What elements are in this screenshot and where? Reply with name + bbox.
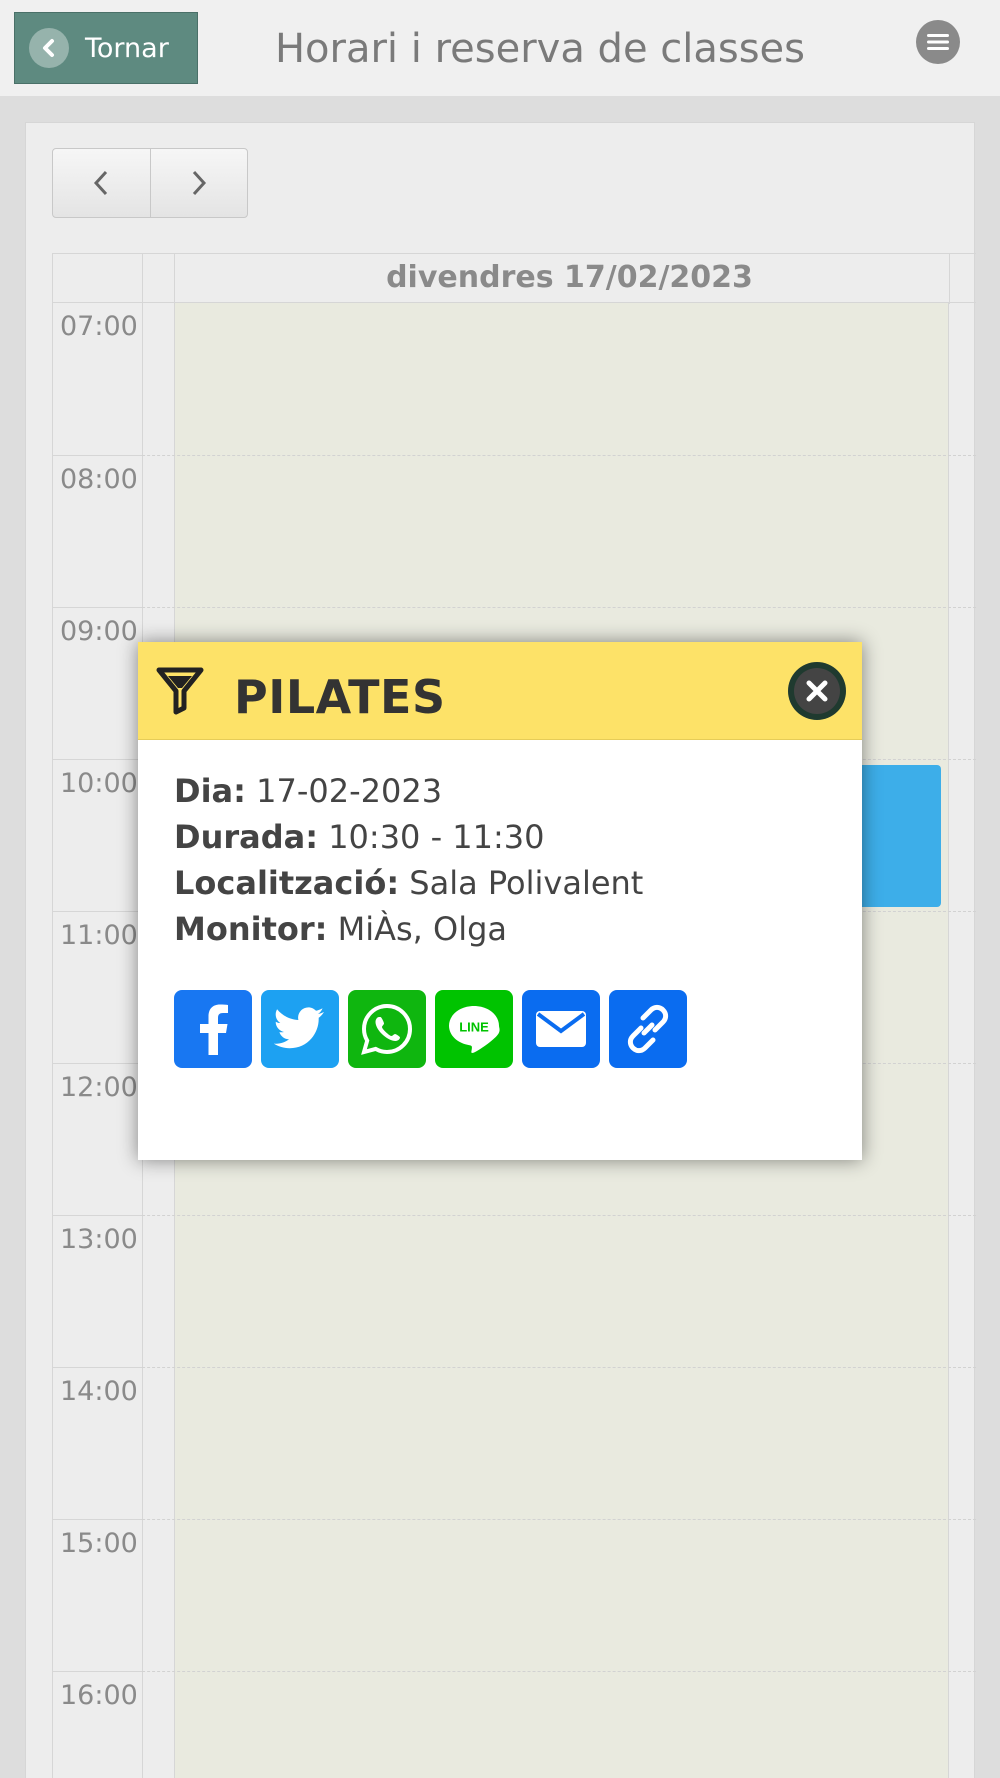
hour-label: 13:00 <box>60 1224 138 1255</box>
facebook-icon <box>200 1004 228 1055</box>
hour-label: 10:00 <box>60 768 138 799</box>
back-button-label: Tornar <box>85 32 169 64</box>
whatsapp-icon <box>361 1003 413 1055</box>
hour-row: 14:00 <box>52 1367 976 1519</box>
share-line-button[interactable]: LINE <box>435 990 513 1068</box>
share-email-button[interactable] <box>522 990 600 1068</box>
close-icon <box>794 668 840 714</box>
next-button[interactable] <box>149 149 248 217</box>
share-twitter-button[interactable] <box>261 990 339 1068</box>
hour-label: 15:00 <box>60 1528 138 1559</box>
detail-date: Dia: 17-02-2023 <box>174 772 443 810</box>
hour-label: 16:00 <box>60 1680 138 1711</box>
hour-label: 08:00 <box>60 464 138 495</box>
hour-row: 07:00 <box>52 303 976 455</box>
filter-icon <box>156 667 204 715</box>
chevron-left-icon <box>94 170 108 196</box>
day-label: divendres 17/02/2023 <box>386 260 753 295</box>
hour-row: 08:00 <box>52 455 976 607</box>
detail-monitor: Monitor: MiÀs, Olga <box>174 910 508 948</box>
email-icon <box>536 1011 586 1047</box>
hour-label: 11:00 <box>60 920 138 951</box>
hamburger-icon <box>927 34 949 50</box>
close-button[interactable] <box>788 662 846 720</box>
page-title: Horari i reserva de classes <box>274 26 806 72</box>
hour-label: 12:00 <box>60 1072 138 1103</box>
twitter-icon <box>274 1007 324 1049</box>
chevron-right-icon <box>192 170 206 196</box>
svg-text:LINE: LINE <box>459 1020 489 1035</box>
prev-button[interactable] <box>53 149 150 217</box>
hour-label: 14:00 <box>60 1376 138 1407</box>
chevron-left-icon <box>29 28 69 68</box>
hour-label: 09:00 <box>60 616 138 647</box>
event-popup: PILATES Dia: 17-02-2023 Durada: 10:30 - … <box>138 642 862 1160</box>
share-facebook-button[interactable] <box>174 990 252 1068</box>
popup-title: PILATES <box>234 670 446 724</box>
line-icon: LINE <box>449 1006 500 1053</box>
hour-row: 16:00 <box>52 1671 976 1778</box>
share-buttons: LINE <box>174 990 687 1068</box>
share-whatsapp-button[interactable] <box>348 990 426 1068</box>
back-button[interactable]: Tornar <box>14 12 198 84</box>
hour-row: 15:00 <box>52 1519 976 1671</box>
detail-duration: Durada: 10:30 - 11:30 <box>174 818 545 856</box>
menu-button[interactable] <box>916 20 960 64</box>
detail-location: Localització: Sala Polivalent <box>174 864 644 902</box>
app-header: Tornar Horari i reserva de classes <box>0 0 1000 96</box>
link-icon <box>627 1004 669 1054</box>
calendar-header: divendres 17/02/2023 <box>52 253 976 304</box>
date-nav <box>52 148 248 218</box>
hour-label: 07:00 <box>60 311 138 342</box>
hour-row: 13:00 <box>52 1215 976 1367</box>
event-details: Dia: 17-02-2023 Durada: 10:30 - 11:30 Lo… <box>174 768 643 952</box>
copy-link-button[interactable] <box>609 990 687 1068</box>
popup-header: PILATES <box>138 642 862 740</box>
